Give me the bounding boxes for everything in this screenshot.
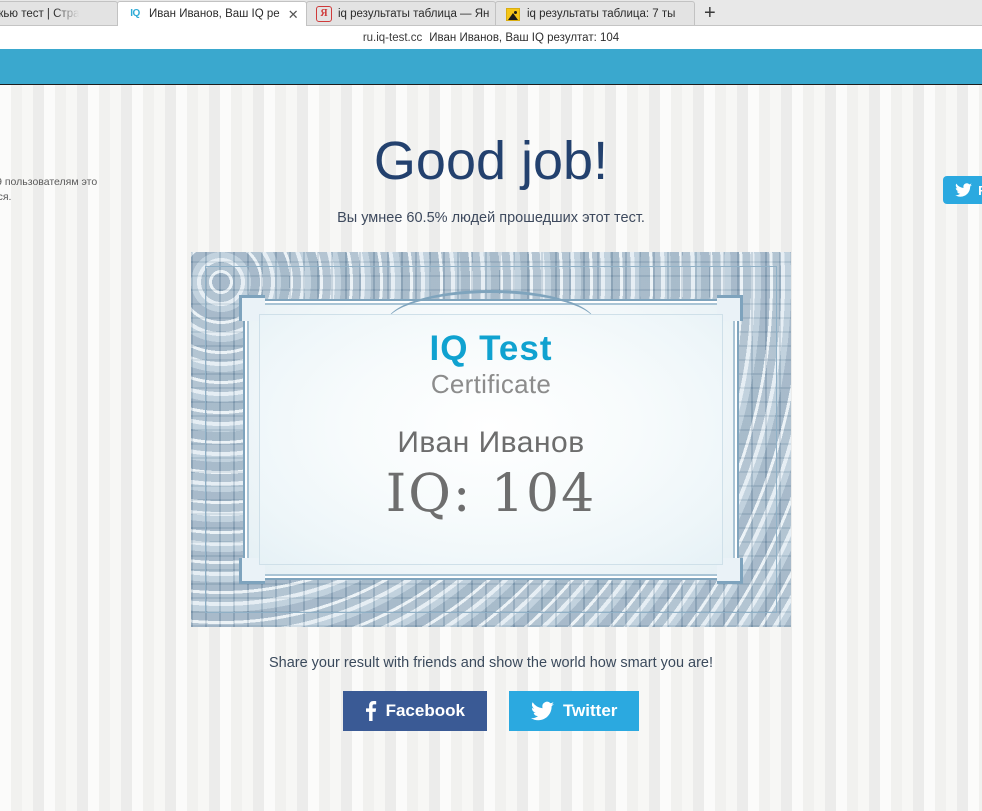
twitter-bird-icon xyxy=(530,701,554,720)
tab-strip: им айкью тест | Стра IQ Иван Иванов, Ваш… xyxy=(0,0,982,26)
facebook-icon xyxy=(365,700,376,721)
certificate-inner-panel: IQ Test Certificate Иван Иванов IQ: 104 xyxy=(259,313,723,565)
share-facebook-label: Facebook xyxy=(385,700,465,720)
browser-tab-3[interactable]: Я iq результаты таблица — Ян xyxy=(306,1,496,26)
tab-title: iq результаты таблица — Ян xyxy=(338,8,489,20)
yandex-favicon: Я xyxy=(316,6,332,22)
address-bar[interactable]: ru.iq-test.cc Иван Иванов, Ваш IQ резулт… xyxy=(0,26,982,49)
share-button-group: Facebook Twitter xyxy=(0,690,982,731)
site-header-bar xyxy=(0,49,982,85)
iq-certificate: IQ Test Certificate Иван Иванов IQ: 104 xyxy=(191,251,791,627)
image-favicon xyxy=(505,6,521,22)
browser-chrome: им айкью тест | Стра IQ Иван Иванов, Ваш… xyxy=(0,0,982,49)
share-prompt-text: Share your result with friends and show … xyxy=(268,654,714,671)
new-tab-button[interactable]: + xyxy=(694,3,726,26)
share-facebook-button[interactable]: Facebook xyxy=(342,690,487,731)
url-page-title: Иван Иванов, Ваш IQ резултат: 104 xyxy=(429,31,620,44)
main-content: Good job! Вы умнее 60.5% людей прошедших… xyxy=(0,85,982,731)
browser-tab-1[interactable]: им айкью тест | Стра xyxy=(0,1,118,26)
result-subtitle: Вы умнее 60.5% людей прошедших этот тест… xyxy=(337,209,645,226)
browser-tab-4[interactable]: iq результаты таблица: 7 ты xyxy=(495,1,695,26)
tab-close-icon[interactable]: ✕ xyxy=(288,8,299,21)
certificate-subtitle: Certificate xyxy=(430,369,552,400)
share-twitter-button[interactable]: Twitter xyxy=(508,690,640,731)
tab-title: им айкью тест | Стра xyxy=(0,8,80,20)
tab-title: iq результаты таблица: 7 ты xyxy=(527,8,676,20)
share-twitter-label: Twitter xyxy=(562,700,618,720)
certificate-title: IQ Test xyxy=(429,328,553,368)
page-title: Good job! xyxy=(373,131,609,191)
url-host: ru.iq-test.cc xyxy=(362,31,423,44)
iq-favicon: IQ xyxy=(130,8,140,19)
certificate-iq-score: IQ: 104 xyxy=(385,464,597,525)
certificate-recipient-name: Иван Иванов xyxy=(397,426,585,460)
certificate-canvas: IQ Test Certificate Иван Иванов IQ: 104 xyxy=(191,251,791,627)
tab-title: Иван Иванов, Ваш IQ ре xyxy=(149,8,280,20)
browser-tab-2-active[interactable]: IQ Иван Иванов, Ваш IQ ре ✕ xyxy=(117,1,307,26)
page-body: 253 109 пользователям это нравится. Fo G… xyxy=(0,49,982,811)
